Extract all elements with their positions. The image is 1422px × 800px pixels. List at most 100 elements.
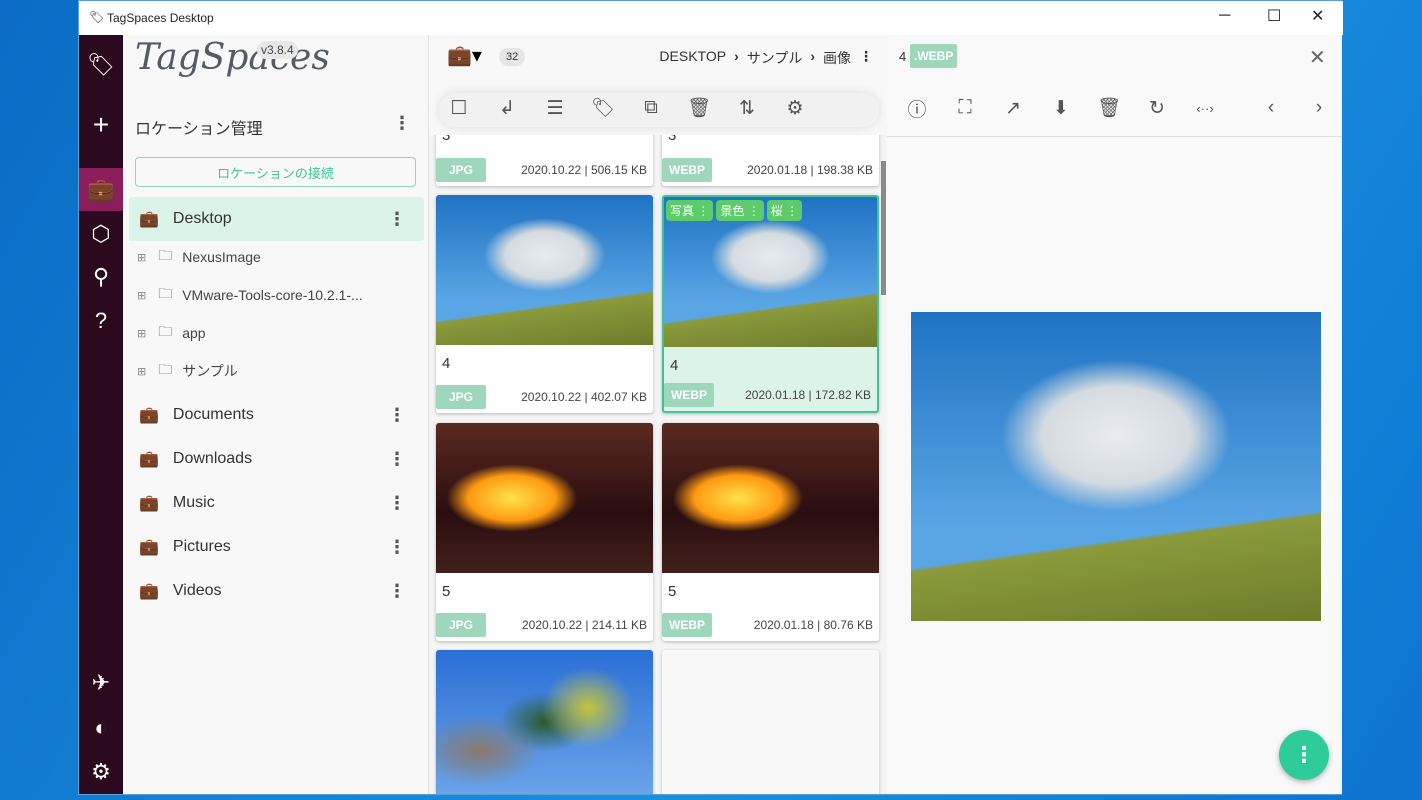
location-menu-icon[interactable]: ⋮ <box>388 537 406 558</box>
open-external-icon[interactable]: ↗ <box>998 93 1028 123</box>
location-label: Downloads <box>172 450 253 467</box>
expand-icon[interactable]: ⊞ <box>137 289 146 302</box>
locations-panel: TagSpaces v3.8.4 ロケーション管理 ⋮ ロケーションの接続 💼 D… <box>123 35 429 794</box>
add-icon[interactable]: + <box>79 105 123 145</box>
close-preview-button[interactable]: ✕ <box>1309 45 1326 70</box>
logo-icon[interactable]: 🏷 <box>79 45 123 85</box>
file-card[interactable]: 5 WEBP 2020.01.18 | 80.76 KB <box>662 423 879 641</box>
location-menu-icon[interactable]: ⋮ <box>388 493 406 514</box>
expand-icon[interactable]: ⊞ <box>137 251 146 264</box>
locations-icon[interactable]: 💼 <box>79 168 123 211</box>
tag-chip[interactable]: 景色 ⋮ <box>716 200 764 221</box>
file-card[interactable] <box>436 650 653 794</box>
expand-icon[interactable]: ⊞ <box>137 327 146 340</box>
tag-chip[interactable]: 写真 ⋮ <box>666 200 714 221</box>
minimize-button[interactable]: ─ <box>1219 7 1230 25</box>
subfolder[interactable]: ⊞ 🗀 NexusImage <box>129 238 424 276</box>
location-menu-icon[interactable]: ⋮ <box>388 449 406 470</box>
location-pictures[interactable]: 💼 Pictures ⋮ <box>129 525 424 569</box>
file-count-badge: 32 <box>499 48 526 66</box>
file-title: 5 <box>668 583 677 600</box>
brand-logo: TagSpaces <box>135 37 330 78</box>
app-window: 🏷 TagSpaces Desktop ─ ☐ ✕ 🏷 + 💼 ⬡ ⚲ ? ✈ … <box>78 0 1343 795</box>
reload-icon[interactable]: ↻ <box>1142 93 1172 123</box>
location-menu-icon[interactable]: ⋮ <box>388 209 406 230</box>
location-desktop[interactable]: 💼 Desktop ⋮ <box>129 197 424 241</box>
fullscreen-icon[interactable]: ⛶ <box>950 93 980 123</box>
flight-icon[interactable]: ✈ <box>79 663 123 703</box>
copy-icon[interactable]: ⧉ <box>636 93 666 123</box>
file-card[interactable]: 4 JPG 2020.10.22 | 402.07 KB <box>436 195 653 413</box>
location-label: Desktop <box>172 210 232 227</box>
file-grid-panel: 💼▾ 32 DESKTOP › サンプル › 画像 ⋮ ☐ ↲ ☰ 🏷 ⧉ 🗑 ⇅ ⚙… <box>429 35 887 794</box>
app-tag-icon: 🏷 <box>89 10 105 24</box>
settings-icon[interactable]: ⚙ <box>780 93 810 123</box>
theme-icon[interactable]: ◐ <box>79 708 123 748</box>
thumbnail <box>436 423 653 573</box>
breadcrumb-item[interactable]: サンプル <box>747 48 803 68</box>
parent-folder-icon[interactable]: ↲ <box>492 93 522 123</box>
scrollbar[interactable] <box>881 161 886 295</box>
nav-sidebar: 🏷 + 💼 ⬡ ⚲ ? ✈ ◐ ⚙ <box>79 35 123 794</box>
thumbnail <box>436 650 653 794</box>
grid-header: 💼▾ 32 DESKTOP › サンプル › 画像 ⋮ ☐ ↲ ☰ 🏷 ⧉ 🗑 ⇅ ⚙ <box>429 35 887 135</box>
select-all-icon[interactable]: ☐ <box>444 93 474 123</box>
subfolder[interactable]: ⊞ 🗀 VMware-Tools-core-10.2.1-... <box>129 276 424 314</box>
folder-icon: 🗀 <box>158 361 173 377</box>
location-music[interactable]: 💼 Music ⋮ <box>129 481 424 525</box>
delete-icon[interactable]: 🗑 <box>684 93 714 123</box>
expand-icon[interactable]: ⊞ <box>137 365 146 378</box>
folder-menu-icon[interactable]: ⋮ <box>859 48 873 68</box>
file-ext-badge: WEBP <box>662 613 712 637</box>
preview-file-name: 4 <box>899 49 907 64</box>
briefcase-icon: 💼 <box>139 495 159 512</box>
location-downloads[interactable]: 💼 Downloads ⋮ <box>129 437 424 481</box>
locations-header: ロケーション管理 <box>135 121 263 138</box>
search-icon[interactable]: ⚲ <box>79 257 123 297</box>
subfolder[interactable]: ⊞ 🗀 サンプル <box>129 352 424 390</box>
location-menu-icon[interactable]: ⋮ <box>388 581 406 602</box>
next-icon[interactable]: › <box>1304 93 1334 123</box>
file-title: 5 <box>442 583 451 600</box>
help-icon[interactable]: ? <box>79 301 123 341</box>
subfolder[interactable]: ⊞ 🗀 app <box>129 314 424 352</box>
subfolder-label: VMware-Tools-core-10.2.1-... <box>182 287 363 303</box>
sort-icon[interactable]: ⇅ <box>732 93 762 123</box>
preview-menu-fab[interactable]: ⋮ <box>1279 730 1329 780</box>
connect-location-button[interactable]: ロケーションの接続 <box>135 157 416 187</box>
thumbnail <box>436 195 653 345</box>
close-window-button[interactable]: ✕ <box>1311 6 1324 26</box>
location-switch-button[interactable]: 💼▾ <box>447 43 482 68</box>
file-card-empty <box>662 650 879 794</box>
tags-icon[interactable]: ⬡ <box>79 214 123 254</box>
list-view-icon[interactable]: ☰ <box>540 93 570 123</box>
delete-icon[interactable]: 🗑 <box>1094 93 1124 123</box>
tag-chip[interactable]: 桜 ⋮ <box>766 200 803 221</box>
chevron-right-icon: › <box>810 48 815 64</box>
file-meta: 2020.10.22 | 214.11 KB <box>522 618 647 632</box>
file-meta: 2020.01.18 | 172.82 KB <box>745 388 871 402</box>
grid-toolbar: ☐ ↲ ☰ 🏷 ⧉ 🗑 ⇅ ⚙ <box>439 93 879 127</box>
previous-icon[interactable]: ‹ <box>1256 93 1286 123</box>
location-videos[interactable]: 💼 Videos ⋮ <box>129 569 424 613</box>
expand-icon[interactable]: ‹··› <box>1190 93 1220 123</box>
file-ext-badge: JPG <box>436 385 486 409</box>
file-ext-badge: WEBP <box>664 383 714 407</box>
subfolder-label: app <box>182 325 206 341</box>
preview-panel: 4 .WEBP ✕ ⓘ ⛶ ↗ ⬇ 🗑 ↻ ‹··› ‹ › ⋮ <box>887 35 1342 794</box>
tag-list: 写真 ⋮ 景色 ⋮ 桜 ⋮ <box>666 200 805 221</box>
location-menu-icon[interactable]: ⋮ <box>388 405 406 426</box>
maximize-button[interactable]: ☐ <box>1267 6 1281 26</box>
download-icon[interactable]: ⬇ <box>1046 93 1076 123</box>
file-meta: 2020.01.18 | 198.38 KB <box>747 163 873 177</box>
breadcrumb-item[interactable]: 画像 <box>823 48 851 68</box>
breadcrumb-item[interactable]: DESKTOP <box>659 48 726 68</box>
tag-icon[interactable]: 🏷 <box>588 93 618 123</box>
file-card[interactable]: 5 JPG 2020.10.22 | 214.11 KB <box>436 423 653 641</box>
file-ext-badge: WEBP <box>662 158 712 182</box>
location-documents[interactable]: 💼 Documents ⋮ <box>129 393 424 437</box>
locations-menu-button[interactable]: ⋮ <box>393 113 411 134</box>
info-icon[interactable]: ⓘ <box>902 93 932 123</box>
file-card-selected[interactable]: 写真 ⋮ 景色 ⋮ 桜 ⋮ 4 WEBP 2020.01.18 | 172.82 KB <box>662 195 879 413</box>
settings-icon[interactable]: ⚙ <box>79 752 123 792</box>
